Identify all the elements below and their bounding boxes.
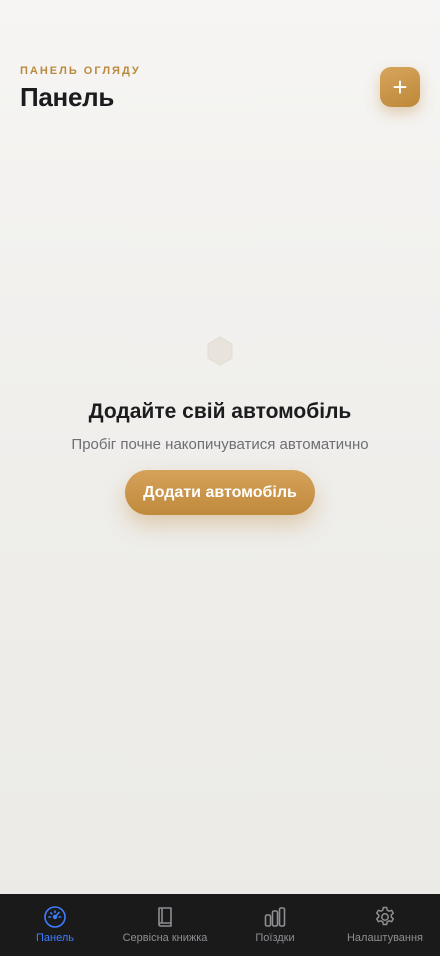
add-car-button[interactable]: + <box>380 67 420 107</box>
empty-state-title: Додайте свій автомобіль <box>88 400 352 423</box>
plus-icon: + <box>392 72 408 102</box>
tab-trips[interactable]: Поїздки <box>220 894 330 944</box>
empty-state: Додайте свій автомобіль Пробіг почне нак… <box>0 336 440 515</box>
page-title: Панель <box>20 82 115 112</box>
gear-icon <box>375 906 395 926</box>
tab-bar: Панель Сервісна книжка Поїздки Налаштува… <box>0 894 440 956</box>
tab-settings[interactable]: Налаштування <box>330 894 440 944</box>
tab-service-book[interactable]: Сервісна книжка <box>110 894 220 944</box>
bars-icon <box>264 907 286 927</box>
page-eyebrow: ПАНЕЛЬ ОГЛЯДУ <box>20 65 141 77</box>
header: ПАНЕЛЬ ОГЛЯДУ Панель <box>20 64 420 113</box>
tab-dashboard[interactable]: Панель <box>0 894 110 944</box>
add-car-cta-button[interactable]: Додати автомобіль <box>125 470 315 515</box>
speedometer-icon <box>44 906 66 928</box>
book-icon <box>158 907 172 927</box>
tab-label: Панель <box>35 932 74 944</box>
hexagon-icon <box>207 336 233 366</box>
tab-label: Поїздки <box>255 932 295 944</box>
empty-state-subtitle: Пробіг почне накопичуватися автоматично <box>71 436 369 453</box>
tab-label: Налаштування <box>346 932 424 944</box>
tab-label: Сервісна книжка <box>122 932 208 944</box>
